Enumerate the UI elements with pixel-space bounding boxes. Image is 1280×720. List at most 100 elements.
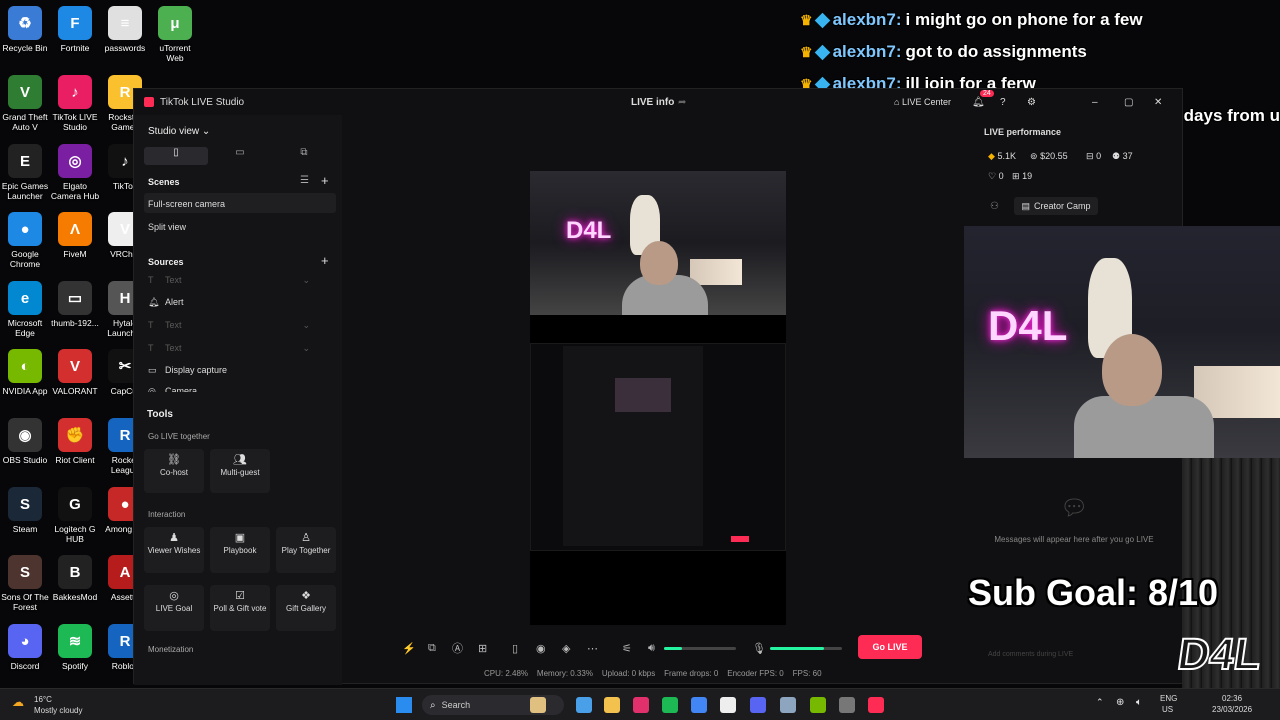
desktop-icon[interactable]: Λ FiveM [50,212,100,259]
viewer-wishes-tool[interactable]: ♟ Viewer Wishes [144,527,204,573]
region-indicator[interactable]: US [1162,705,1173,714]
spotify-icon[interactable] [662,697,678,713]
source-item[interactable]: ▭ Display capture [148,365,318,376]
desktop-icon[interactable]: G Logitech G HUB [50,487,100,544]
split-layout-button[interactable]: ⧉ [272,147,336,165]
source-item[interactable]: T Text ⌄ [148,275,318,285]
screen-icon[interactable]: ⊞ [478,642,487,655]
capcut-icon[interactable] [720,697,736,713]
app-icon: V [8,75,42,109]
desktop-icon[interactable]: ◉ OBS Studio [0,418,50,465]
user-settings-icon[interactable]: ⚇ [990,201,999,212]
obs-icon[interactable] [839,697,855,713]
share-icon[interactable]: ➦ [678,97,686,108]
performance-stats: CPU: 2.48% Memory: 0.33% Upload: 0 kbps … [484,669,822,678]
desktop-icon[interactable]: ≋ Spotify [50,624,100,671]
source-item[interactable]: T Text ⌄ [148,320,318,330]
mic-volume-slider[interactable] [770,647,842,650]
desktop-icon[interactable]: ◎ Elgato Camera Hub [50,144,100,201]
desktop-icon[interactable]: ◐ NVIDIA App [0,349,50,396]
ai-icon[interactable]: Ⓐ [452,640,463,656]
desktop-icon[interactable]: ● Google Chrome [0,212,50,269]
cohost-tool[interactable]: ⛓ Co-host [144,449,204,493]
live-goal-tool[interactable]: ◎ LIVE Goal [144,585,204,631]
multiguest-tool[interactable]: 👥︎ Multi-guest [210,449,270,493]
live-center-button[interactable]: ⌂ LIVE Center [894,97,951,107]
speaker-icon[interactable]: 🔊︎ [648,642,655,655]
desktop-icon[interactable]: V VALORANT [50,349,100,396]
comment-input[interactable]: Add comments during LIVE [984,651,1154,665]
chat-bubble-icon: 💬︎ [1060,495,1088,520]
gift-gallery-tool[interactable]: ❖ Gift Gallery [276,585,336,631]
go-live-button[interactable]: Go LIVE [858,635,922,659]
source-item[interactable]: 🔔︎ Alert [148,297,318,308]
language-indicator[interactable]: ENG [1160,694,1177,703]
portrait-layout-button[interactable]: ▯ [144,147,208,165]
creator-camp-button[interactable]: ▤ Creator Camp [1014,197,1098,215]
link-icon: ⛓ [167,454,181,466]
clock-time[interactable]: 02:36 [1222,694,1242,703]
volume-icon[interactable]: 🔈︎ [1136,697,1142,708]
live-info-tab[interactable]: LIVE info [631,97,674,108]
desktop-icon[interactable]: ◕ Discord [0,624,50,671]
tray-overflow-icon[interactable]: ⌃ [1096,697,1104,708]
camera-icon[interactable]: ◈ [562,642,570,655]
play-together-tool[interactable]: ♙ Play Together [276,527,336,573]
microphone-icon[interactable]: 🎙︎ [752,642,766,655]
desktop-icon[interactable]: S Steam [0,487,50,534]
speaker-volume-slider[interactable] [664,647,736,650]
clock-date[interactable]: 23/03/2026 [1212,705,1252,714]
desktop-icon[interactable]: ♻ Recycle Bin [0,6,50,53]
discord-icon[interactable] [750,697,766,713]
desktop-icon[interactable]: ▭ thumb-192... [50,281,100,328]
windows-start-icon[interactable] [396,697,412,713]
interaction-header: Interaction [148,510,186,519]
desktop-icon[interactable]: B BakkesMod [50,555,100,602]
add-source-icon[interactable]: + [321,253,329,268]
poll-gift-vote-tool[interactable]: ☑ Poll & Gift vote [210,585,270,631]
weather-icon[interactable]: ☁ [12,695,24,709]
source-label: Text [165,343,182,353]
weather-desc[interactable]: Mostly cloudy [34,706,82,715]
desktop-icon-label: Elgato Camera Hub [50,181,100,201]
scene-item-fullscreen[interactable]: Full-screen camera [148,199,225,209]
desktop-icon[interactable]: ≡ passwords [100,6,150,53]
audio-mixer-icon[interactable]: ⚟ [622,642,632,655]
utorrent-icon[interactable] [810,697,826,713]
phone-icon[interactable]: ▯ [512,642,518,655]
studio-view-dropdown[interactable]: Studio view ⌄ [148,126,210,137]
desktop-icon[interactable]: e Microsoft Edge [0,281,50,338]
tiktok-icon[interactable] [868,697,884,713]
desktop-icon[interactable]: S Sons Of The Forest [0,555,50,612]
visibility-toggle-icon[interactable]: ⌄ [302,343,310,354]
network-icon[interactable]: ⊕ [1116,697,1124,708]
app-icon: ◎ [58,144,92,178]
source-item[interactable]: T Text ⌄ [148,343,318,353]
add-scene-icon[interactable]: + [321,173,329,188]
playbook-tool[interactable]: ▣ Playbook [210,527,270,573]
desktop-icon[interactable]: E Epic Games Launcher [0,144,50,201]
desktop-icon-label: OBS Studio [2,455,48,465]
source-item[interactable]: ◎ Camera [148,386,318,392]
visibility-toggle-icon[interactable]: ⌄ [302,320,310,331]
weather-temp[interactable]: 16°C [34,695,52,704]
magic-wand-icon[interactable]: ⚡ [402,642,416,655]
desktop-icon[interactable]: μ uTorrent Web [150,6,200,63]
more-icon[interactable]: ⋯ [587,642,598,655]
desktop-icon[interactable]: V Grand Theft Auto V [0,75,50,132]
record-icon[interactable]: ◉ [536,642,546,655]
landscape-layout-button[interactable]: ▭ [208,147,272,165]
steam-icon[interactable] [780,697,796,713]
desktop-icon[interactable]: ✊ Riot Client [50,418,100,465]
desktop-icon[interactable]: ♪ TikTok LIVE Studio [50,75,100,132]
transform-icon[interactable]: ⧉ [428,642,436,655]
chrome-icon[interactable] [691,697,707,713]
task-view-icon[interactable] [576,697,592,713]
desktop-icon[interactable]: F Fortnite [50,6,100,53]
visibility-toggle-icon[interactable]: ⌄ [302,275,310,286]
file-folder-icon[interactable] [604,697,620,713]
list-icon[interactable]: ☰ [300,175,309,186]
instagram-icon[interactable] [633,697,649,713]
scene-item-split[interactable]: Split view [148,222,186,232]
file-explorer-icon[interactable] [530,697,546,713]
